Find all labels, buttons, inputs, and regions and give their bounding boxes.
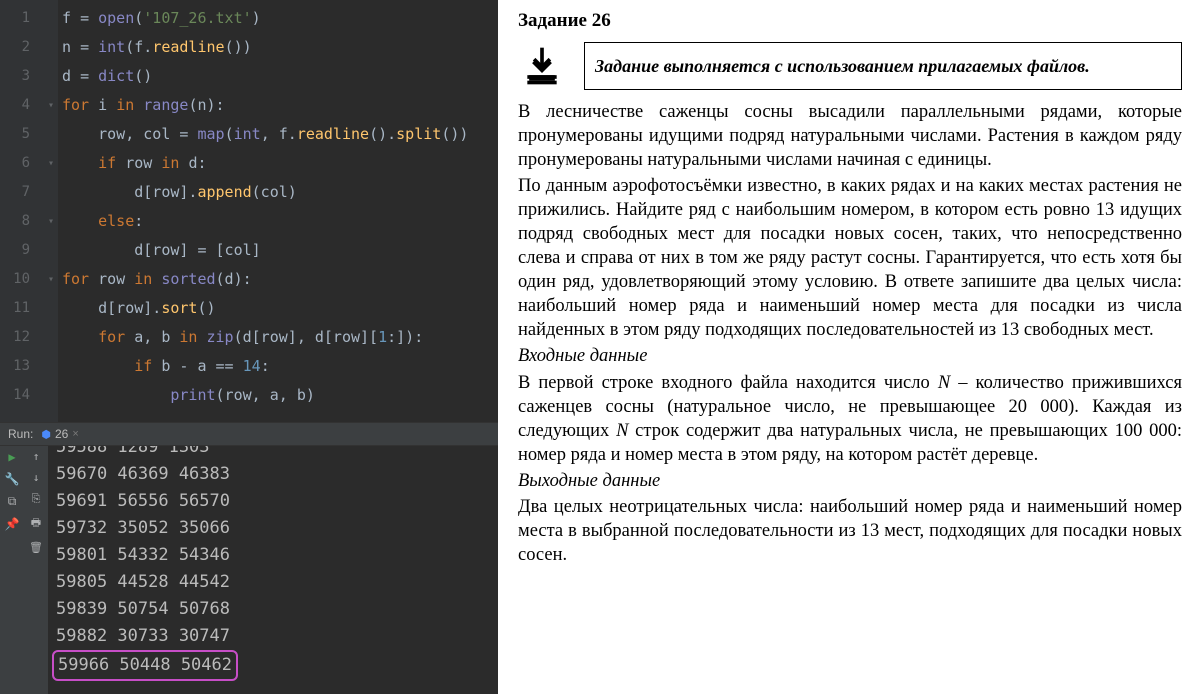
code-area[interactable]: f = open('107_26.txt')n = int(f.readline… [58, 0, 498, 422]
code-editor[interactable]: 1234567891011121314 ▾▾▾▾ f = open('107_2… [0, 0, 498, 422]
line-number: 4 [0, 91, 44, 120]
line-number: 8 [0, 207, 44, 236]
console-line: 59670 46369 46383 [56, 461, 490, 488]
code-line[interactable]: d[row] = [col] [58, 236, 498, 265]
task-document: Задание 26 Задание выполняется с использ… [498, 0, 1200, 694]
layout-icon[interactable]: ⧉ [8, 494, 17, 509]
close-icon[interactable]: × [72, 428, 78, 440]
line-number: 2 [0, 33, 44, 62]
down-arrow-icon[interactable]: ↓ [33, 471, 40, 484]
console-line: 59691 56556 56570 [56, 488, 490, 515]
code-line[interactable]: d[row].append(col) [58, 178, 498, 207]
fold-column: ▾ ▾ ▾ ▾ [44, 0, 58, 422]
export-icon[interactable]: ⎘ [32, 492, 41, 506]
line-number: 1 [0, 4, 44, 33]
ide-pane: 1234567891011121314 ▾▾▾▾ f = open('107_2… [0, 0, 498, 694]
code-line[interactable]: row, col = map(int, f.readline().split()… [58, 120, 498, 149]
up-arrow-icon[interactable]: ↑ [33, 450, 40, 463]
fold-marker [44, 178, 58, 207]
line-number: 10 [0, 265, 44, 294]
code-line[interactable]: for row in sorted(d): [58, 265, 498, 294]
code-line[interactable]: else: [58, 207, 498, 236]
line-number: 14 [0, 381, 44, 410]
file-attachment-row: Задание выполняется с использованием при… [518, 42, 1182, 90]
task-note: Задание выполняется с использованием при… [584, 42, 1182, 90]
console-line-highlighted: 59966 50448 50462 [56, 650, 490, 681]
download-icon[interactable] [518, 42, 566, 90]
fold-marker [44, 62, 58, 91]
run-toolbar-inner: ↑ ↓ ⎘ 🖶 🗑 [24, 446, 48, 694]
code-line[interactable]: if b - a == 14: [58, 352, 498, 381]
run-panel: ▶ 🔧 ⧉ 📌 ↑ ↓ ⎘ 🖶 🗑 59588 1289 130359670 4… [0, 446, 498, 694]
console-output[interactable]: 59588 1289 130359670 46369 4638359691 56… [48, 446, 498, 694]
fold-marker [44, 352, 58, 381]
fold-marker [44, 236, 58, 265]
code-line[interactable]: f = open('107_26.txt') [58, 4, 498, 33]
line-number: 7 [0, 178, 44, 207]
line-number: 12 [0, 323, 44, 352]
rerun-icon[interactable]: ▶ [8, 450, 15, 464]
task-paragraph: В первой строке входного файла находится… [518, 371, 1182, 467]
pin-icon[interactable]: 📌 [5, 517, 20, 531]
task-paragraph: Два целых неотрицательных числа: наиболь… [518, 495, 1182, 567]
fold-marker [44, 120, 58, 149]
run-panel-header[interactable]: Run: ⬢ 26 × [0, 422, 498, 446]
fold-marker [44, 33, 58, 62]
fold-marker[interactable]: ▾ [44, 207, 58, 236]
console-line: 59801 54332 54346 [56, 542, 490, 569]
fold-marker[interactable]: ▾ [44, 91, 58, 120]
print-icon[interactable]: 🖶 [31, 514, 41, 533]
console-line: 59732 35052 35066 [56, 515, 490, 542]
task-paragraph: В лесничестве саженцы сосны высадили пар… [518, 100, 1182, 172]
code-line[interactable]: d = dict() [58, 62, 498, 91]
run-label: Run: [8, 427, 33, 441]
section-header: Входные данные [518, 344, 1182, 368]
wrench-icon[interactable]: 🔧 [5, 472, 20, 486]
line-number: 9 [0, 236, 44, 265]
code-line[interactable]: print(row, a, b) [58, 381, 498, 410]
run-tab-name[interactable]: 26 [55, 427, 68, 441]
console-line: 59805 44528 44542 [56, 569, 490, 596]
console-line: 59882 30733 30747 [56, 623, 490, 650]
code-line[interactable]: if row in d: [58, 149, 498, 178]
section-header: Выходные данные [518, 469, 1182, 493]
line-number: 11 [0, 294, 44, 323]
fold-marker [44, 323, 58, 352]
console-line: 59839 50754 50768 [56, 596, 490, 623]
console-line: 59588 1289 1303 [56, 446, 490, 461]
code-line[interactable]: n = int(f.readline()) [58, 33, 498, 62]
task-title: Задание 26 [518, 10, 1182, 32]
trash-icon[interactable]: 🗑 [29, 541, 43, 554]
python-icon: ⬢ [41, 428, 51, 441]
fold-marker[interactable]: ▾ [44, 265, 58, 294]
code-line[interactable]: for a, b in zip(d[row], d[row][1:]): [58, 323, 498, 352]
code-line[interactable]: for i in range(n): [58, 91, 498, 120]
task-paragraph: По данным аэрофотосъёмки известно, в как… [518, 174, 1182, 342]
fold-marker[interactable]: ▾ [44, 149, 58, 178]
fold-marker [44, 294, 58, 323]
line-number: 13 [0, 352, 44, 381]
run-toolbar-left: ▶ 🔧 ⧉ 📌 [0, 446, 24, 694]
line-number: 5 [0, 120, 44, 149]
line-number: 3 [0, 62, 44, 91]
task-body: В лесничестве саженцы сосны высадили пар… [518, 100, 1182, 567]
fold-marker [44, 4, 58, 33]
line-gutter: 1234567891011121314 [0, 0, 44, 422]
line-number: 6 [0, 149, 44, 178]
code-line[interactable]: d[row].sort() [58, 294, 498, 323]
fold-marker [44, 381, 58, 410]
